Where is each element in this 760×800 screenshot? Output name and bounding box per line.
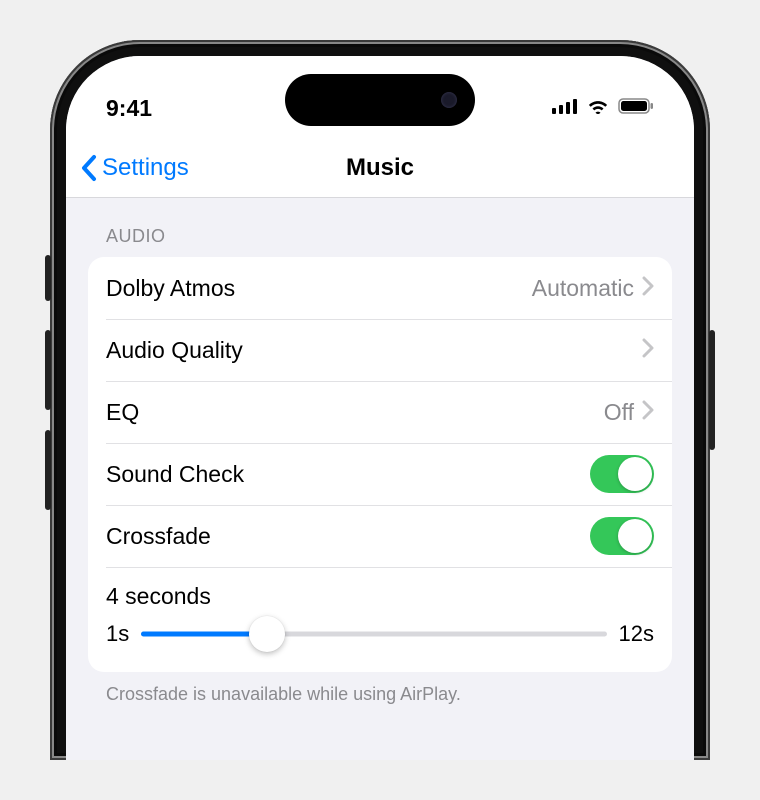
battery-icon	[618, 98, 654, 119]
iphone-frame: 9:41 Settings M	[50, 40, 710, 760]
row-label: Audio Quality	[106, 337, 642, 364]
row-label: Crossfade	[106, 523, 590, 550]
dynamic-island	[285, 74, 475, 126]
side-button	[709, 330, 715, 450]
row-dolby-atmos[interactable]: Dolby Atmos Automatic	[88, 257, 672, 319]
front-camera	[441, 92, 457, 108]
cellular-icon	[552, 98, 578, 119]
page-title: Music	[346, 154, 414, 182]
crossfade-slider[interactable]	[141, 616, 606, 652]
row-label: Sound Check	[106, 461, 590, 488]
slider-max-label: 12s	[619, 621, 654, 647]
row-label: Dolby Atmos	[106, 275, 532, 302]
status-time: 9:41	[106, 95, 246, 122]
screen: 9:41 Settings M	[66, 56, 694, 760]
crossfade-toggle[interactable]	[590, 517, 654, 555]
audio-settings-group: Dolby Atmos Automatic Audio Quality	[88, 257, 672, 672]
volume-up-button	[45, 330, 51, 410]
row-eq[interactable]: EQ Off	[88, 381, 672, 443]
row-value: Off	[604, 399, 634, 426]
row-crossfade: Crossfade	[88, 505, 672, 567]
row-sound-check: Sound Check	[88, 443, 672, 505]
row-crossfade-duration: 4 seconds 1s 12s	[88, 567, 672, 672]
chevron-left-icon	[80, 154, 98, 182]
silence-switch	[45, 255, 51, 301]
chevron-right-icon	[642, 400, 654, 425]
chevron-right-icon	[642, 276, 654, 301]
footer-note: Crossfade is unavailable while using Air…	[88, 672, 672, 705]
nav-bar: Settings Music	[66, 138, 694, 198]
chevron-right-icon	[642, 338, 654, 363]
slider-min-label: 1s	[106, 621, 129, 647]
row-value: Automatic	[532, 275, 634, 302]
sound-check-toggle[interactable]	[590, 455, 654, 493]
back-button[interactable]: Settings	[66, 154, 189, 182]
row-label: EQ	[106, 399, 604, 426]
section-header: AUDIO	[88, 198, 672, 257]
back-label: Settings	[102, 154, 189, 182]
row-audio-quality[interactable]: Audio Quality	[88, 319, 672, 381]
volume-down-button	[45, 430, 51, 510]
slider-value-label: 4 seconds	[106, 583, 654, 610]
wifi-icon	[586, 97, 610, 119]
